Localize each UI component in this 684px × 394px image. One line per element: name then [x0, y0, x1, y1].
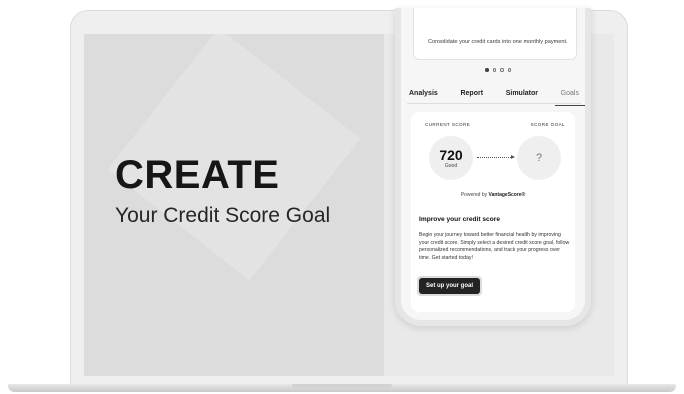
- tab-bar: Analysis Report Simulator Goals: [407, 90, 585, 106]
- score-goal-label: SCORE GOAL: [530, 122, 565, 127]
- improve-body: Begin your journey toward better financi…: [419, 232, 570, 261]
- hero-subheadline: Your Credit Score Goal: [115, 204, 331, 227]
- carousel-dot[interactable]: [507, 68, 511, 72]
- tab-simulator[interactable]: Simulator: [504, 90, 540, 103]
- tab-goals[interactable]: Goals: [554, 90, 585, 106]
- set-up-goal-button[interactable]: Set up your goal: [419, 278, 481, 294]
- arrow-right-icon: [511, 155, 515, 159]
- hero-headline: CREATE: [115, 153, 280, 197]
- promo-card[interactable]: Consolidate your credit cards into one m…: [413, 8, 577, 60]
- phone-mockup: Consolidate your credit cards into one m…: [395, 8, 591, 326]
- setup-button-focus-ring: Set up your goal: [417, 276, 483, 296]
- current-score-label: CURRENT SCORE: [425, 122, 471, 127]
- current-score-rating: Good: [444, 162, 458, 169]
- current-score-circle: 720 Good: [429, 136, 473, 180]
- tab-analysis[interactable]: Analysis: [407, 90, 440, 103]
- powered-by-prefix: Powered by: [460, 192, 489, 198]
- carousel-dot[interactable]: [492, 68, 496, 72]
- powered-by-text: Powered by VantageScore®: [411, 192, 575, 198]
- score-card: CURRENT SCORE SCORE GOAL 720 Good ? Powe…: [411, 112, 575, 312]
- vantagescore-brand: VantageScore®: [488, 192, 526, 198]
- dotted-arrow-line: [477, 157, 513, 158]
- carousel-dot[interactable]: [500, 68, 504, 72]
- improve-title: Improve your credit score: [419, 216, 500, 223]
- score-goal-value: ?: [535, 152, 543, 164]
- promo-text: Consolidate your credit cards into one m…: [428, 39, 568, 45]
- tab-report[interactable]: Report: [458, 90, 485, 103]
- current-score-value: 720: [439, 146, 463, 163]
- carousel-dot[interactable]: [485, 68, 489, 72]
- carousel-dots: [485, 68, 511, 72]
- score-goal-circle[interactable]: ?: [517, 136, 561, 180]
- laptop-notch: [292, 384, 392, 388]
